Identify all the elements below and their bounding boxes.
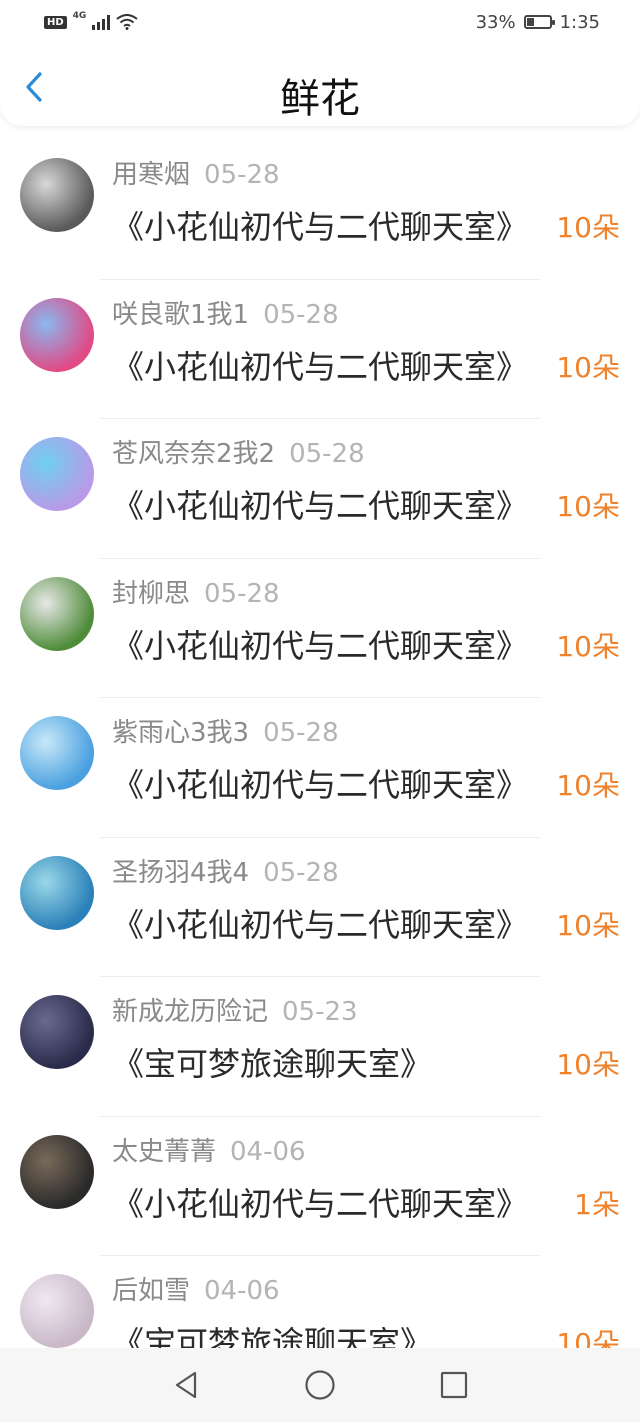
- chat-room-name: 《宝可梦旅途聊天室》: [112, 1045, 433, 1083]
- gift-list-item[interactable]: 太史菁菁 04-06 《小花仙初代与二代聊天室》 1朵: [0, 1117, 640, 1256]
- chat-room-name: 《小花仙初代与二代聊天室》: [112, 347, 529, 386]
- sender-line: 太史菁菁 04-06: [112, 1131, 306, 1168]
- gift-list-item[interactable]: 苍风奈奈2我2 05-28 《小花仙初代与二代聊天室》 10朵: [0, 419, 640, 559]
- gift-list-item[interactable]: 咲良歌1我1 05-28 《小花仙初代与二代聊天室》 10朵: [0, 280, 640, 419]
- flower-count: 10朵: [556, 908, 620, 942]
- battery-icon: [523, 15, 555, 29]
- sender-line: 圣扬羽4我4 05-28: [112, 852, 339, 889]
- gift-date: 05-28: [263, 299, 339, 330]
- gift-date: 05-28: [204, 160, 280, 190]
- chat-room-name: 《小花仙初代与二代聊天室》: [112, 208, 529, 246]
- gift-list-item[interactable]: 用寒烟 05-28 《小花仙初代与二代聊天室》 10朵: [0, 140, 640, 280]
- wifi-icon: [116, 14, 138, 30]
- avatar[interactable]: [20, 995, 94, 1069]
- sender-line: 封柳思 05-28: [112, 573, 280, 610]
- gift-list: 用寒烟 05-28 《小花仙初代与二代聊天室》 10朵 咲良歌1我1 05-28 《小花仙初…: [0, 140, 640, 1396]
- battery-percent: 33%: [475, 11, 516, 33]
- gift-date: 04-06: [204, 1276, 280, 1306]
- network-type: 4G: [72, 11, 87, 21]
- sender-name: 新成龙历险记: [112, 997, 269, 1027]
- flower-count: 10朵: [556, 629, 620, 663]
- nav-recents-button[interactable]: [437, 1368, 471, 1402]
- gift-list-item[interactable]: 封柳思 05-28 《小花仙初代与二代聊天室》 10朵: [0, 559, 640, 698]
- sender-line: 苍风奈奈2我2 05-28: [112, 433, 365, 470]
- avatar[interactable]: [20, 437, 94, 511]
- sender-line: 紫雨心3我3 05-28: [112, 712, 339, 749]
- gift-date: 05-28: [204, 578, 280, 609]
- sender-name: 用寒烟: [112, 160, 191, 190]
- flower-count: 10朵: [556, 769, 620, 802]
- avatar[interactable]: [20, 576, 94, 651]
- sender-name: 封柳思: [112, 578, 191, 609]
- gift-date: 05-28: [263, 718, 339, 748]
- sender-line: 新成龙历险记 05-23: [112, 991, 358, 1028]
- signal-icon: [92, 14, 111, 30]
- chat-room-name: 《小花仙初代与二代聊天室》: [112, 905, 529, 944]
- flower-count: 10朵: [556, 490, 620, 523]
- gift-list-item[interactable]: 圣扬羽4我4 05-28 《小花仙初代与二代聊天室》 10朵: [0, 838, 640, 977]
- sender-line: 咲良歌1我1 05-28: [112, 294, 339, 331]
- avatar[interactable]: [20, 1274, 94, 1348]
- flower-count: 10朵: [556, 211, 620, 244]
- sender-name: 苍风奈奈2我2: [112, 439, 276, 469]
- gift-date: 05-28: [289, 439, 365, 469]
- gift-date: 05-28: [263, 857, 339, 888]
- status-bar: HD 4G 33% 1:35: [0, 0, 640, 44]
- status-left: HD 4G: [44, 11, 138, 30]
- flower-count: 10朵: [556, 350, 620, 384]
- page-title: 鲜花: [280, 76, 360, 122]
- circle-home-icon: [305, 1370, 335, 1400]
- chat-room-name: 《小花仙初代与二代聊天室》: [112, 1184, 529, 1223]
- gift-date: 05-23: [282, 997, 358, 1027]
- gift-list-item[interactable]: 紫雨心3我3 05-28 《小花仙初代与二代聊天室》 10朵: [0, 698, 640, 838]
- sender-name: 圣扬羽4我4: [112, 857, 250, 888]
- avatar[interactable]: [20, 297, 94, 372]
- nav-home-button[interactable]: [303, 1368, 337, 1402]
- triangle-back-icon: [175, 1371, 197, 1399]
- sender-line: 后如雪 04-06: [112, 1270, 280, 1307]
- gift-date: 04-06: [230, 1136, 306, 1167]
- navigation-bar: [0, 1348, 640, 1422]
- sender-name: 太史菁菁: [112, 1136, 217, 1167]
- avatar[interactable]: [20, 158, 94, 232]
- avatar[interactable]: [20, 855, 94, 930]
- chat-room-name: 《小花仙初代与二代聊天室》: [112, 626, 529, 665]
- flower-count: 10朵: [556, 1048, 620, 1081]
- flower-count: 1朵: [574, 1187, 620, 1221]
- clock-time: 1:35: [559, 11, 600, 33]
- gift-list-item[interactable]: 新成龙历险记 05-23 《宝可梦旅途聊天室》 10朵: [0, 977, 640, 1117]
- nav-back-button[interactable]: [169, 1368, 203, 1402]
- battery-level: [526, 18, 534, 26]
- status-right: 33% 1:35: [476, 12, 600, 33]
- chat-room-name: 《小花仙初代与二代聊天室》: [112, 766, 529, 804]
- sender-name: 紫雨心3我3: [112, 718, 250, 748]
- square-recents-icon: [440, 1371, 468, 1399]
- avatar[interactable]: [20, 1134, 94, 1209]
- sender-name: 咲良歌1我1: [112, 299, 250, 330]
- header: 鲜花: [0, 44, 640, 126]
- hd-badge: HD: [44, 15, 67, 29]
- sender-name: 后如雪: [112, 1276, 191, 1306]
- sender-line: 用寒烟 05-28: [112, 154, 280, 191]
- chat-room-name: 《小花仙初代与二代聊天室》: [112, 487, 529, 525]
- avatar[interactable]: [20, 716, 94, 790]
